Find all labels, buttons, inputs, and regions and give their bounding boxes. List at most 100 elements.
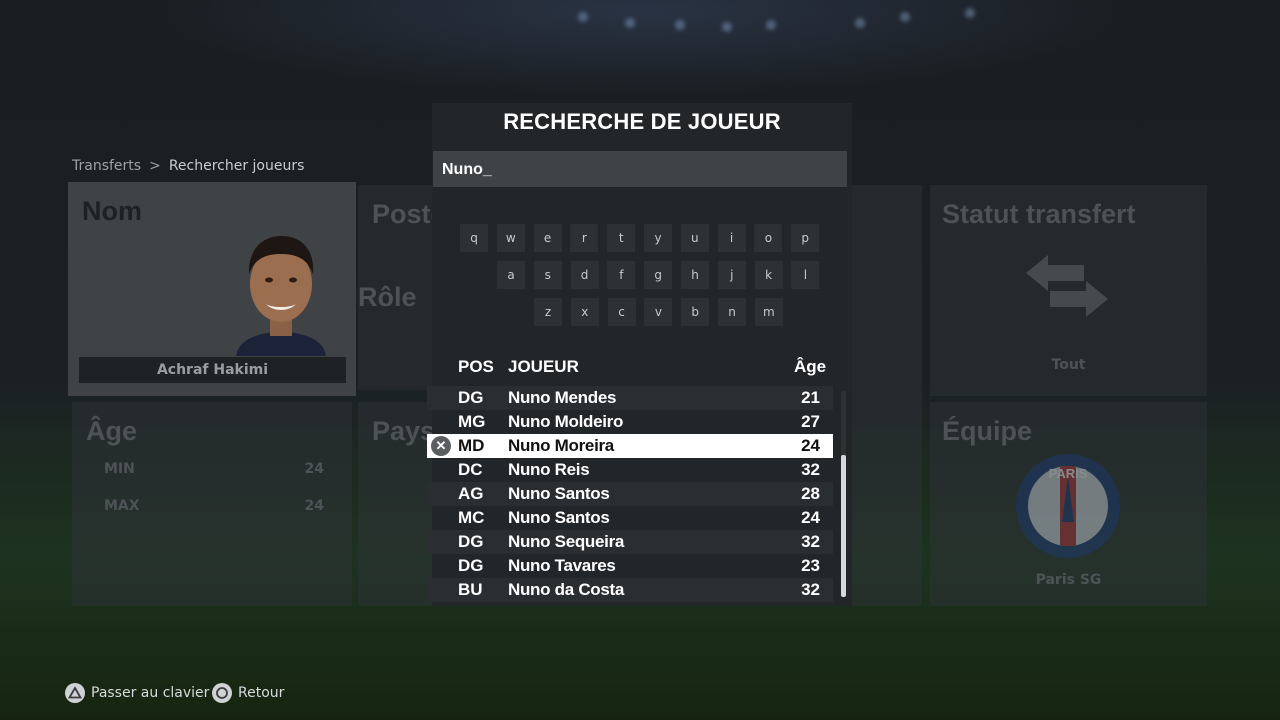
result-row[interactable]: DC Nuno Reis 32 — [427, 458, 833, 482]
filter-tile-hidden — [852, 185, 922, 606]
key-o[interactable]: o — [754, 224, 783, 252]
key-m[interactable]: m — [754, 298, 783, 326]
result-age: 32 — [801, 532, 820, 551]
svg-text:PARIS: PARIS — [1049, 466, 1088, 481]
filter-tile-country[interactable]: Pays — [358, 402, 436, 606]
result-row[interactable]: AG Nuno Santos 28 — [427, 482, 833, 506]
result-position: DG — [458, 532, 484, 551]
filter-tile-age[interactable]: Âge MIN 24 MAX 24 — [72, 402, 352, 606]
key-x[interactable]: x — [570, 298, 599, 326]
search-input[interactable]: Nuno_ — [433, 151, 847, 187]
result-player-name: Nuno Santos — [508, 484, 610, 503]
result-player-name: Nuno da Costa — [508, 580, 625, 599]
age-max-row[interactable]: MAX 24 — [104, 498, 324, 514]
key-j[interactable]: j — [717, 261, 746, 289]
hint-keyboard[interactable]: Passer au clavier — [65, 682, 209, 704]
result-position: BU — [458, 580, 483, 599]
tile-title-country: Pays — [372, 416, 436, 446]
filter-tile-transfer-status[interactable]: Statut transfert Tout — [930, 185, 1207, 396]
result-row[interactable]: ✕ MD Nuno Moreira 24 — [427, 434, 833, 458]
result-position: MD — [458, 436, 485, 455]
key-p[interactable]: p — [791, 224, 820, 252]
result-age: 23 — [801, 556, 820, 575]
key-i[interactable]: i — [717, 224, 746, 252]
breadcrumb-current: Rechercher joueurs — [168, 158, 305, 174]
result-player-name: Nuno Reis — [508, 460, 590, 479]
result-age: 24 — [801, 508, 820, 527]
hint-back[interactable]: Retour — [212, 682, 284, 704]
result-age: 28 — [801, 484, 820, 503]
result-player-name: Nuno Moreira — [508, 436, 614, 455]
transfer-arrows-icon — [1026, 255, 1108, 317]
dialog-title: RECHERCHE DE JOUEUR — [503, 109, 781, 134]
result-age: 32 — [801, 580, 820, 599]
age-max-label: MAX — [104, 498, 140, 514]
result-row[interactable]: DG Nuno Sequeira 32 — [427, 530, 833, 554]
tile-title-age: Âge — [86, 416, 138, 446]
circle-button-icon — [212, 683, 232, 703]
result-player-name: Nuno Santos — [508, 508, 610, 527]
player-search-dialog: RECHERCHE DE JOUEUR Nuno_ qwertyuiop asdf… — [427, 103, 852, 606]
key-g[interactable]: g — [644, 261, 673, 289]
key-a[interactable]: a — [497, 261, 525, 289]
psg-crest-icon: PARIS — [1016, 454, 1120, 558]
result-row[interactable]: BU Nuno da Costa 32 — [427, 578, 833, 602]
result-player-name: Nuno Moldeiro — [508, 412, 624, 431]
result-row[interactable]: MC Nuno Santos 24 — [427, 506, 833, 530]
key-q[interactable]: q — [460, 224, 488, 252]
scrollbar-thumb[interactable] — [841, 455, 846, 597]
result-row[interactable]: MG Nuno Moldeiro 27 — [427, 410, 833, 434]
key-n[interactable]: n — [718, 298, 746, 326]
tile-title-name: Nom — [82, 196, 142, 226]
key-u[interactable]: u — [680, 224, 709, 252]
tile-title-team: Équipe — [942, 416, 1033, 446]
result-position: AG — [458, 484, 484, 503]
key-d[interactable]: d — [570, 261, 599, 289]
result-position: MG — [458, 412, 486, 431]
result-age: 21 — [801, 388, 820, 407]
breadcrumb-parent[interactable]: Transferts — [72, 158, 141, 174]
key-f[interactable]: f — [607, 261, 636, 289]
age-min-label: MIN — [104, 461, 135, 477]
cross-button-icon: ✕ — [431, 436, 451, 456]
key-b[interactable]: b — [681, 298, 710, 326]
breadcrumb-separator: > — [149, 158, 161, 174]
result-position: DG — [458, 388, 484, 407]
key-h[interactable]: h — [681, 261, 709, 289]
player-portrait — [236, 236, 326, 356]
result-player-name: Nuno Tavares — [508, 556, 616, 575]
result-position: MC — [458, 508, 485, 527]
hint-keyboard-label: Passer au clavier — [91, 685, 210, 701]
triangle-button-icon — [65, 683, 85, 703]
result-row[interactable]: DG Nuno Mendes 21 — [427, 386, 833, 410]
key-y[interactable]: y — [644, 224, 672, 252]
transfer-status-value: Tout — [1051, 357, 1086, 373]
hint-back-label: Retour — [238, 685, 285, 701]
breadcrumb: Transferts > Rechercher joueurs — [72, 158, 304, 174]
key-w[interactable]: w — [496, 224, 525, 252]
result-age: 27 — [801, 412, 820, 431]
key-s[interactable]: s — [533, 261, 562, 289]
key-k[interactable]: k — [754, 261, 783, 289]
selected-player-name: Achraf Hakimi — [79, 357, 346, 383]
filter-tile-name[interactable]: Nom Achraf Hakimi — [68, 182, 356, 396]
key-c[interactable]: c — [607, 298, 636, 326]
column-header-pos: POS — [458, 357, 494, 376]
tile-title-transfer-status: Statut transfert — [942, 199, 1136, 229]
tile-title-role[interactable]: Rôle — [358, 282, 417, 313]
result-age: 32 — [801, 460, 820, 479]
filter-tile-team[interactable]: Équipe PARIS Paris SG — [930, 402, 1207, 606]
result-row[interactable]: DG Nuno Tavares 23 — [427, 554, 833, 578]
key-v[interactable]: v — [644, 298, 673, 326]
result-player-name: Nuno Sequeira — [508, 532, 625, 551]
key-t[interactable]: t — [607, 224, 636, 252]
key-l[interactable]: l — [791, 261, 820, 289]
key-e[interactable]: e — [533, 224, 562, 252]
result-age: 24 — [801, 436, 820, 455]
result-player-name: Nuno Mendes — [508, 388, 617, 407]
results-scrollbar[interactable] — [841, 391, 846, 597]
column-header-player: JOUEUR — [508, 357, 579, 376]
key-r[interactable]: r — [570, 224, 599, 252]
key-z[interactable]: z — [534, 298, 562, 326]
age-min-row[interactable]: MIN 24 — [104, 461, 324, 477]
